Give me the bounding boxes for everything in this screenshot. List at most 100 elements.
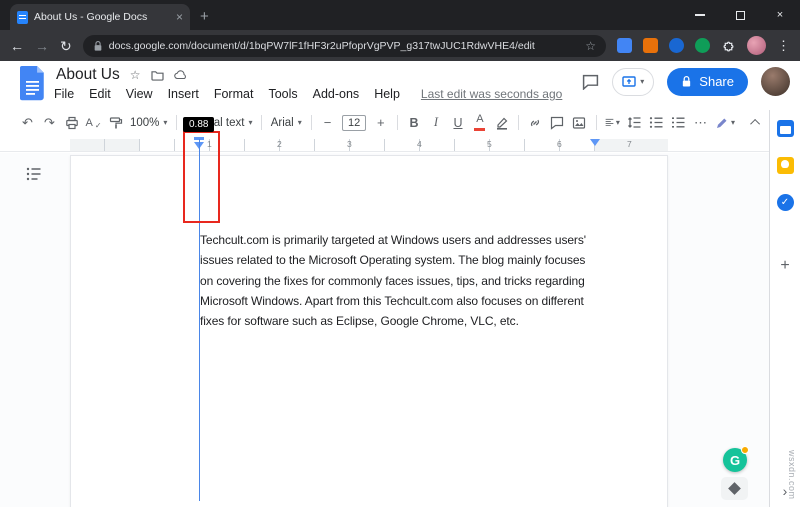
extension-icon-3[interactable] (669, 38, 684, 53)
share-label: Share (699, 74, 734, 89)
indent-value-tooltip: 0.88 (183, 117, 214, 132)
calendar-icon[interactable] (777, 120, 794, 137)
menu-file[interactable]: File (54, 87, 74, 101)
text-color-button[interactable]: A (472, 113, 487, 133)
back-icon[interactable]: ← (10, 39, 24, 53)
address-bar[interactable]: docs.google.com/document/d/1bqPW7lF1fHF3… (83, 35, 606, 57)
ruler-number: 2 (277, 139, 282, 149)
star-document-icon[interactable]: ☆ (130, 69, 141, 81)
docs-favicon (17, 11, 28, 24)
extensions-puzzle-icon[interactable] (721, 38, 736, 53)
hide-menus-button[interactable] (749, 113, 764, 133)
document-outline-icon (26, 167, 42, 181)
extension-icon-2[interactable] (643, 38, 658, 53)
explore-button[interactable] (721, 477, 748, 500)
tasks-icon[interactable]: ✓ (777, 194, 794, 211)
browser-menu-icon[interactable]: ⋮ (777, 38, 790, 54)
print-button[interactable] (64, 113, 79, 133)
window-close-button[interactable]: × (760, 0, 800, 30)
ruler-number: 3 (347, 139, 352, 149)
comment-history-icon[interactable] (582, 74, 599, 90)
text-line[interactable]: Microsoft Windows. Apart from this Techc… (200, 291, 630, 311)
window-minimize-button[interactable] (680, 0, 720, 30)
italic-button[interactable]: I (428, 113, 443, 133)
get-addons-button[interactable]: + (780, 257, 789, 275)
ruler[interactable]: 1 2 3 4 5 6 7 (0, 136, 769, 152)
highlighter-icon (495, 116, 509, 130)
align-caret-icon: ▾ (616, 119, 620, 127)
browser-tab[interactable]: About Us - Google Docs × (10, 4, 190, 30)
font-select[interactable]: Arial▾ (271, 117, 302, 129)
grammarly-badge (741, 446, 749, 454)
numbered-list-button[interactable] (671, 113, 686, 133)
zoom-select[interactable]: 100%▾ (130, 117, 167, 129)
new-tab-button[interactable]: + (200, 4, 209, 30)
docs-logo[interactable] (19, 66, 46, 102)
decrease-font-button[interactable]: − (320, 113, 335, 133)
paragraph[interactable]: Techcult.com is primarily targeted at Wi… (200, 230, 630, 331)
font-size-field[interactable]: 12 (342, 115, 366, 131)
insert-link-button[interactable] (528, 113, 543, 133)
more-options-button[interactable]: ⋯ (693, 113, 708, 133)
zoom-value: 100% (130, 117, 159, 129)
share-button[interactable]: Share (667, 68, 748, 96)
paint-roller-icon (109, 116, 123, 130)
keep-icon[interactable] (777, 157, 794, 174)
document-canvas[interactable]: Techcult.com is primarily targeted at Wi… (0, 153, 769, 507)
text-line[interactable]: issues related to the Microsoft Operatin… (200, 250, 630, 270)
menu-help[interactable]: Help (374, 87, 400, 101)
menu-view[interactable]: View (126, 87, 153, 101)
menu-format[interactable]: Format (214, 87, 254, 101)
comment-icon (550, 116, 564, 130)
paint-format-button[interactable] (108, 113, 123, 133)
increase-font-button[interactable]: + (373, 113, 388, 133)
tab-title: About Us - Google Docs (34, 11, 170, 23)
text-line[interactable]: on covering the fixes for commonly faces… (200, 271, 630, 291)
forward-icon[interactable]: → (35, 39, 49, 53)
bookmark-star-icon[interactable]: ☆ (585, 39, 596, 53)
show-outline-button[interactable] (26, 167, 42, 181)
document-title[interactable]: About Us (56, 66, 120, 84)
cloud-status-icon[interactable] (174, 70, 188, 80)
menu-tools[interactable]: Tools (268, 87, 297, 101)
numbered-list-icon (671, 116, 685, 129)
highlight-button[interactable] (494, 113, 509, 133)
editing-mode-button[interactable]: ▾ (715, 113, 735, 133)
red-highlight-box (183, 131, 220, 223)
menu-addons[interactable]: Add-ons (313, 87, 360, 101)
account-avatar[interactable] (761, 67, 790, 96)
line-spacing-button[interactable] (627, 113, 642, 133)
align-button[interactable]: ▾ (605, 113, 620, 133)
ruler-strip[interactable] (70, 139, 668, 151)
undo-button[interactable]: ↶ (20, 113, 35, 133)
bulleted-list-button[interactable] (649, 113, 664, 133)
move-folder-icon[interactable] (151, 70, 164, 81)
styles-caret-icon: ▾ (248, 119, 252, 127)
underline-button[interactable]: U (450, 113, 465, 133)
last-edit-link[interactable]: Last edit was seconds ago (421, 87, 562, 101)
browser-profile-avatar[interactable] (747, 36, 766, 55)
insert-image-button[interactable] (572, 113, 587, 133)
font-value: Arial (271, 117, 294, 129)
present-button[interactable]: ▾ (612, 68, 654, 96)
extension-icon-4[interactable] (695, 38, 710, 53)
bold-button[interactable]: B (406, 113, 421, 133)
extension-icon-1[interactable] (617, 38, 632, 53)
grammarly-button[interactable]: G (723, 448, 747, 472)
side-panel: ✓ + › (769, 110, 800, 507)
menu-insert[interactable]: Insert (168, 87, 199, 101)
add-comment-button[interactable] (550, 113, 565, 133)
window-maximize-button[interactable] (720, 0, 760, 30)
redo-button[interactable]: ↷ (42, 113, 57, 133)
menu-edit[interactable]: Edit (89, 87, 111, 101)
text-color-letter: A (476, 114, 483, 125)
text-line[interactable]: fixes for software such as Eclipse, Goog… (200, 311, 630, 331)
spellcheck-button[interactable]: A✓ (86, 113, 101, 133)
right-indent-marker[interactable] (590, 139, 600, 146)
reload-icon[interactable]: ↻ (60, 39, 72, 53)
tab-close-icon[interactable]: × (176, 10, 183, 24)
menubar: File Edit View Insert Format Tools Add-o… (54, 87, 562, 101)
text-color-bar (474, 128, 485, 131)
document-page[interactable]: Techcult.com is primarily targeted at Wi… (70, 155, 668, 507)
text-line[interactable]: Techcult.com is primarily targeted at Wi… (200, 230, 630, 250)
